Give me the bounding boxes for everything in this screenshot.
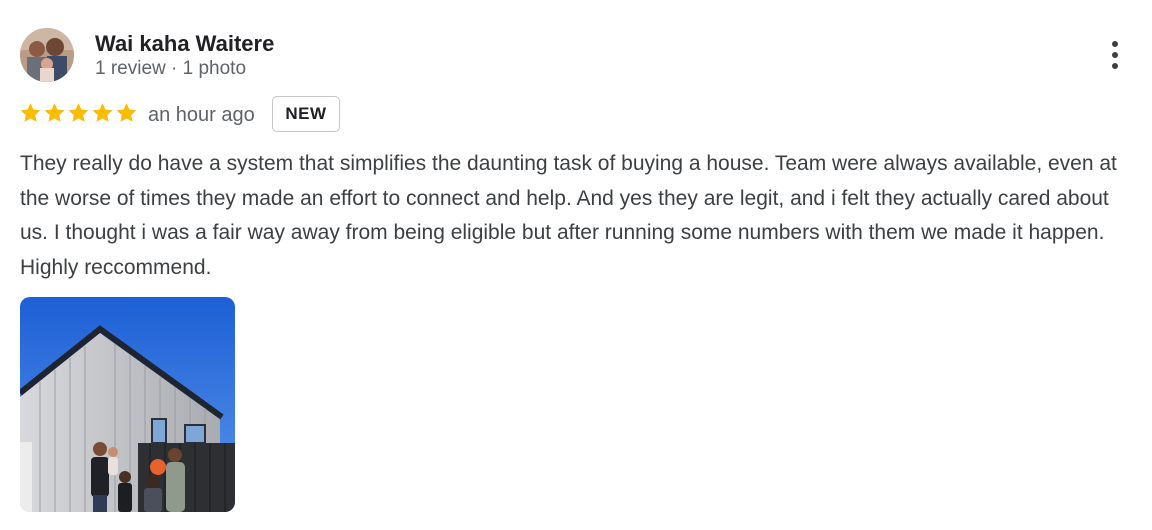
avatar-image bbox=[20, 28, 74, 82]
more-options-button[interactable] bbox=[1102, 36, 1128, 74]
star-icon bbox=[116, 103, 137, 122]
review-text: They really do have a system that simpli… bbox=[20, 152, 1117, 279]
more-vert-icon bbox=[1112, 41, 1118, 47]
reviewer-avatar[interactable] bbox=[20, 28, 74, 82]
star-icon bbox=[44, 103, 65, 122]
review-photo[interactable] bbox=[20, 297, 235, 512]
star-icon bbox=[68, 103, 89, 122]
star-rating bbox=[19, 101, 138, 127]
more-vert-dot bbox=[1112, 63, 1118, 69]
star-icon bbox=[92, 103, 113, 122]
review-time: an hour ago bbox=[148, 104, 255, 126]
more-vert-dot bbox=[1112, 52, 1118, 58]
reviewer-name[interactable]: Wai kaha Waitere bbox=[95, 30, 274, 58]
review-photo-image bbox=[20, 297, 235, 512]
new-badge: NEW bbox=[272, 96, 340, 132]
reviewer-meta: 1 review · 1 photo bbox=[95, 58, 247, 79]
star-icon bbox=[20, 103, 41, 122]
